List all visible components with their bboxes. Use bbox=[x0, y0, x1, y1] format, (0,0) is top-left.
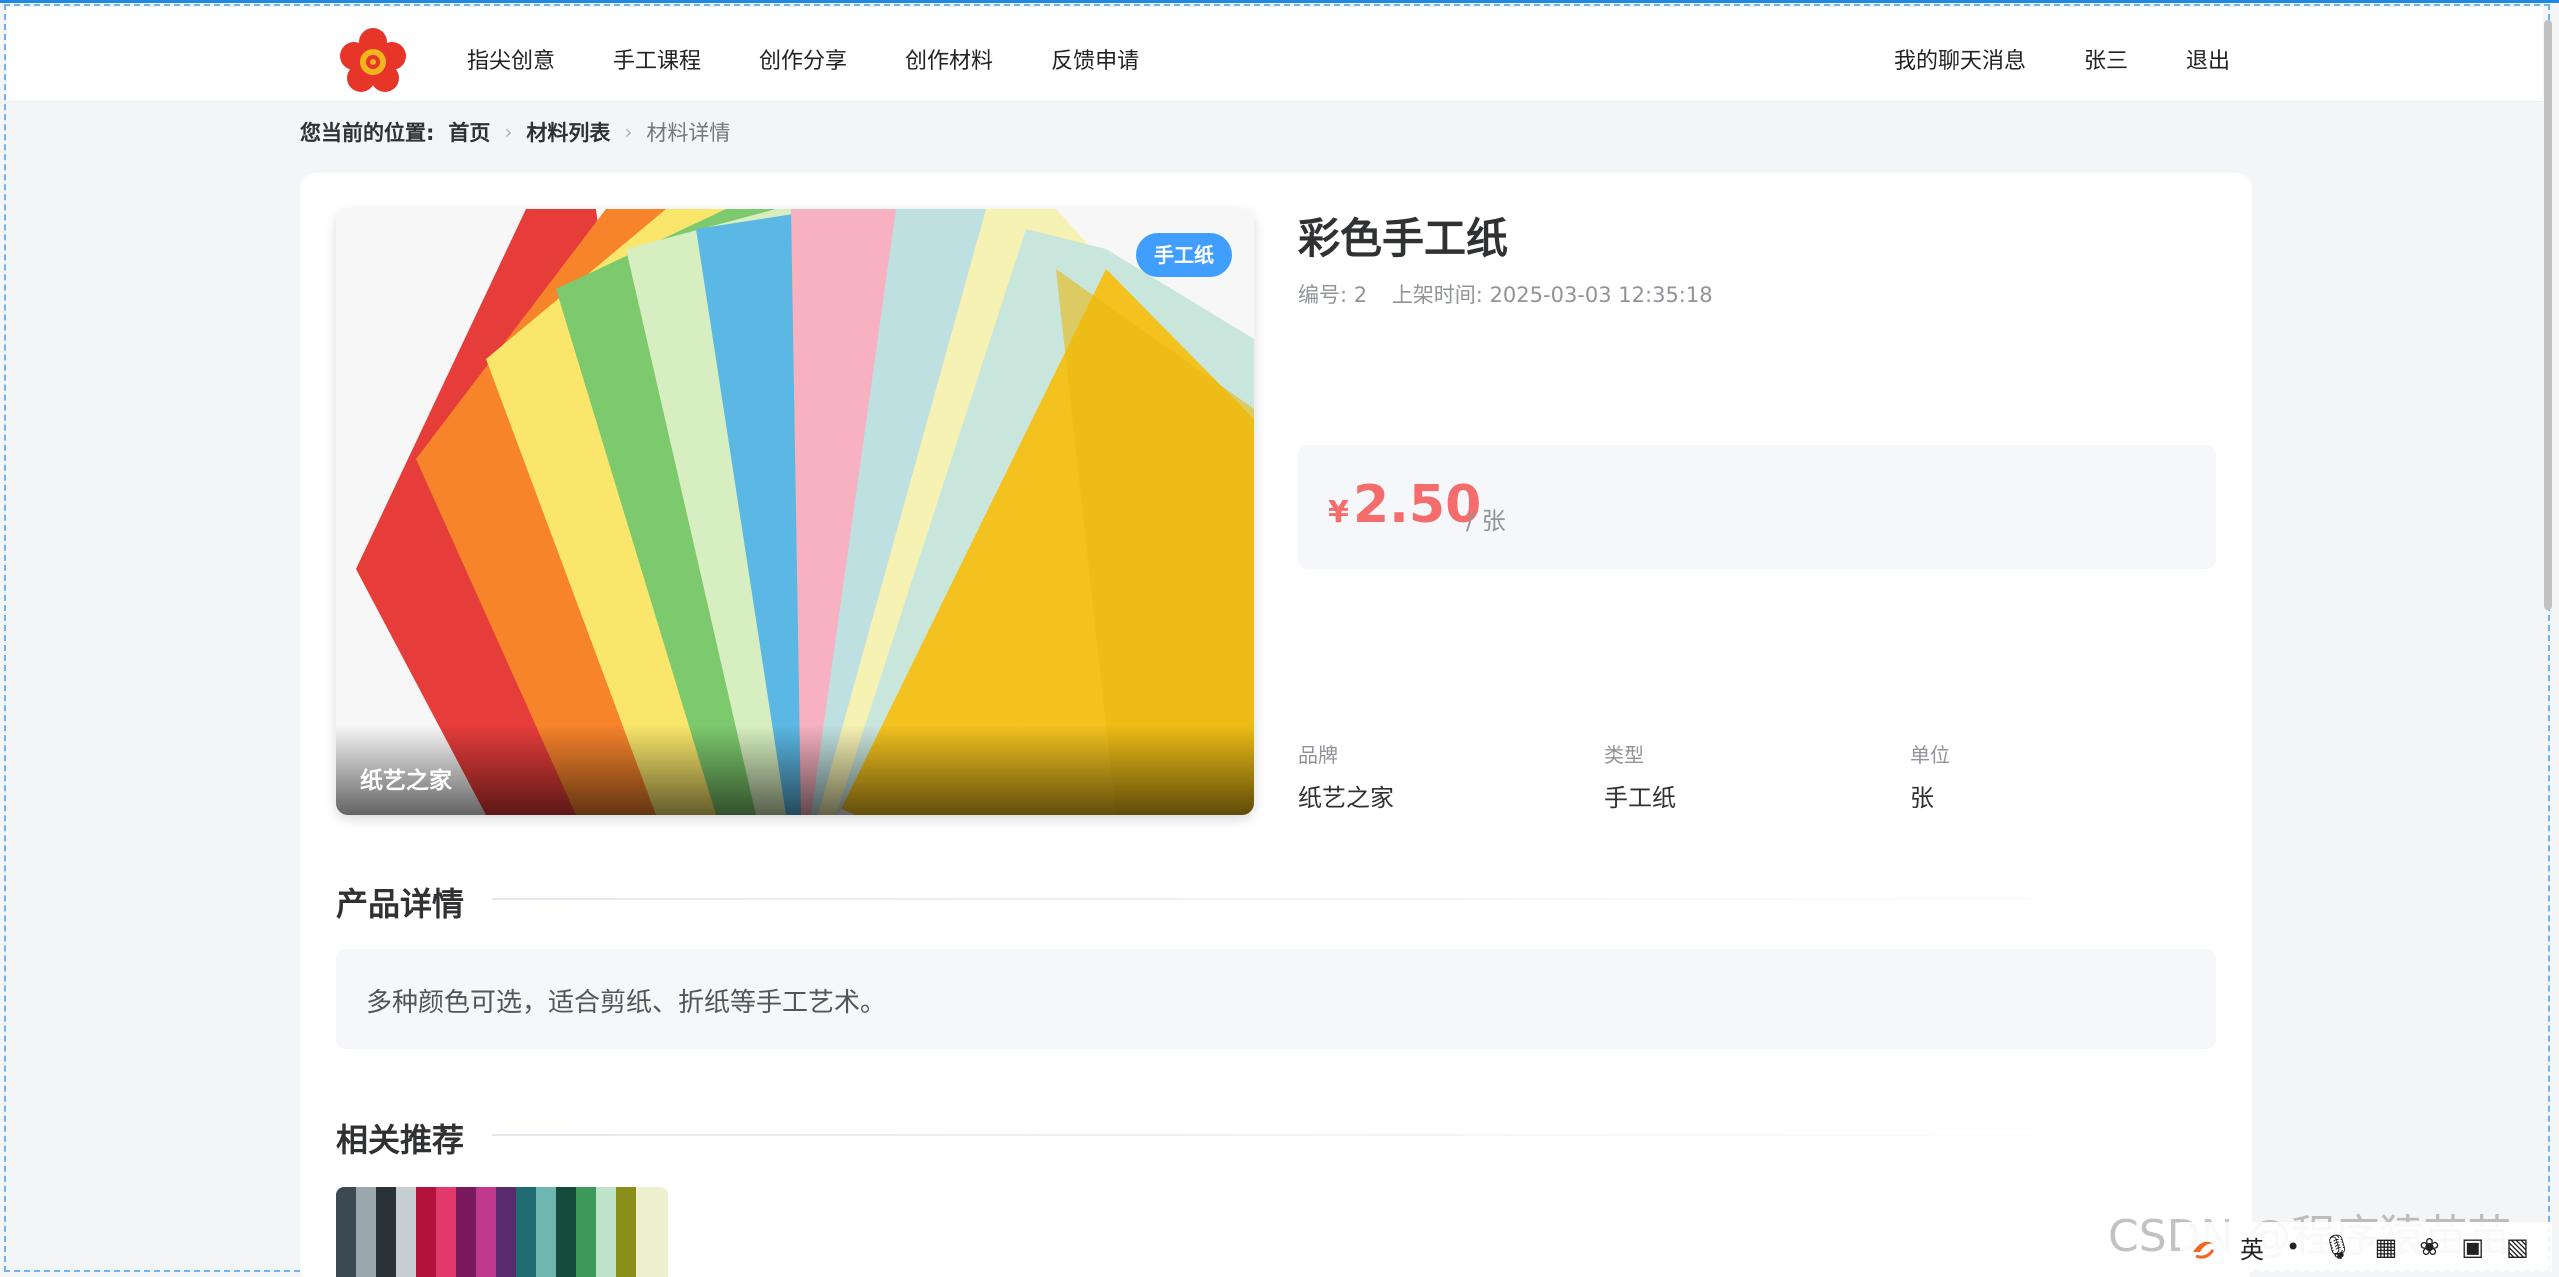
price-unit: / 张 bbox=[1466, 507, 1506, 535]
logout-link[interactable]: 退出 bbox=[2186, 43, 2230, 75]
skin-icon[interactable]: ❀ bbox=[2419, 1233, 2439, 1261]
top-accent-line bbox=[0, 0, 2559, 3]
breadcrumb-material-list[interactable]: 材料列表 bbox=[526, 117, 610, 147]
product-id: 编号: 2 bbox=[1298, 283, 1368, 307]
section-divider bbox=[492, 1134, 2192, 1136]
section-title-recommend: 相关推荐 bbox=[336, 1121, 465, 1159]
flower-logo-icon[interactable] bbox=[333, 22, 413, 102]
currency-symbol: ¥ bbox=[1328, 495, 1349, 530]
attr-value: 张 bbox=[1910, 784, 1934, 812]
microphone-icon[interactable]: 🎙 bbox=[2322, 1233, 2352, 1261]
nav-item-creative[interactable]: 指尖创意 bbox=[467, 43, 555, 75]
grid-menu-icon[interactable]: ▣ bbox=[2461, 1233, 2484, 1261]
username-link[interactable]: 张三 bbox=[2084, 43, 2128, 75]
breadcrumb-current: 材料详情 bbox=[646, 121, 731, 145]
section-title-detail: 产品详情 bbox=[336, 885, 465, 923]
sogou-ime-icon[interactable] bbox=[2188, 1232, 2218, 1262]
ime-punctuation-icon[interactable]: • bbox=[2286, 1233, 2300, 1261]
keyboard-icon[interactable]: ▦ bbox=[2375, 1233, 2398, 1261]
breadcrumb: 您当前的位置: 首页 › 材料列表 › 材料详情 bbox=[300, 117, 730, 147]
description-text: 多种颜色可选，适合剪纸、折纸等手工艺术。 bbox=[366, 988, 887, 1018]
attr-label: 品牌 bbox=[1298, 743, 1338, 767]
section-divider bbox=[492, 898, 2192, 900]
attr-type: 类型 手工纸 bbox=[1604, 739, 1910, 813]
image-caption-brand: 纸艺之家 bbox=[360, 768, 452, 794]
recommended-item-image[interactable] bbox=[336, 1187, 668, 1277]
page-scrollbar[interactable] bbox=[2544, 20, 2552, 610]
price-value: 2.50 bbox=[1353, 475, 1482, 535]
breadcrumb-prefix: 您当前的位置: bbox=[300, 121, 435, 145]
product-title: 彩色手工纸 bbox=[1298, 214, 1509, 263]
main-nav: 指尖创意 手工课程 创作分享 创作材料 反馈申请 bbox=[467, 43, 1197, 75]
description-box: 多种颜色可选，适合剪纸、折纸等手工艺术。 bbox=[336, 949, 2216, 1049]
breadcrumb-home[interactable]: 首页 bbox=[448, 117, 490, 147]
foil-paper-thumbnail bbox=[336, 1187, 668, 1277]
ime-toolbar: 英 • 🎙 ▦ ❀ ▣ ▧ bbox=[2180, 1222, 2552, 1272]
chat-messages-link[interactable]: 我的聊天消息 bbox=[1894, 43, 2026, 75]
ime-language-toggle[interactable]: 英 bbox=[2240, 1230, 2264, 1265]
product-info: 彩色手工纸 编号: 2 上架时间: 2025-03-03 12:35:18 ¥ … bbox=[1298, 209, 2216, 812]
nav-item-share[interactable]: 创作分享 bbox=[759, 43, 847, 75]
attr-value: 手工纸 bbox=[1604, 784, 1676, 812]
attr-label: 类型 bbox=[1604, 743, 1644, 767]
toolbox-icon[interactable]: ▧ bbox=[2506, 1233, 2529, 1261]
user-nav: 我的聊天消息 张三 退出 bbox=[1836, 43, 2230, 75]
product-image: 手工纸 纸艺之家 bbox=[336, 209, 1254, 815]
product-meta: 编号: 2 上架时间: 2025-03-03 12:35:18 bbox=[1298, 279, 2216, 309]
site-header: 指尖创意 手工课程 创作分享 创作材料 反馈申请 我的聊天消息 张三 退出 bbox=[7, 7, 2543, 102]
category-badge: 手工纸 bbox=[1136, 233, 1232, 277]
product-detail-card: 手工纸 纸艺之家 彩色手工纸 编号: 2 上架时间: 2025-03-03 12… bbox=[300, 173, 2252, 1277]
chevron-right-icon: › bbox=[624, 120, 633, 144]
nav-item-materials[interactable]: 创作材料 bbox=[905, 43, 993, 75]
attr-brand: 品牌 纸艺之家 bbox=[1298, 739, 1604, 813]
chevron-right-icon: › bbox=[504, 120, 513, 144]
nav-item-feedback[interactable]: 反馈申请 bbox=[1051, 43, 1139, 75]
attr-label: 单位 bbox=[1910, 743, 1950, 767]
product-publish-time: 上架时间: 2025-03-03 12:35:18 bbox=[1391, 283, 1713, 307]
image-gradient-overlay bbox=[336, 725, 1254, 815]
attr-value: 纸艺之家 bbox=[1298, 784, 1394, 812]
product-attributes: 品牌 纸艺之家 类型 手工纸 单位 张 bbox=[1298, 739, 2216, 813]
attr-unit: 单位 张 bbox=[1910, 739, 2216, 813]
nav-item-courses[interactable]: 手工课程 bbox=[613, 43, 701, 75]
price-box: ¥ 2.50 / 张 bbox=[1298, 445, 2216, 569]
